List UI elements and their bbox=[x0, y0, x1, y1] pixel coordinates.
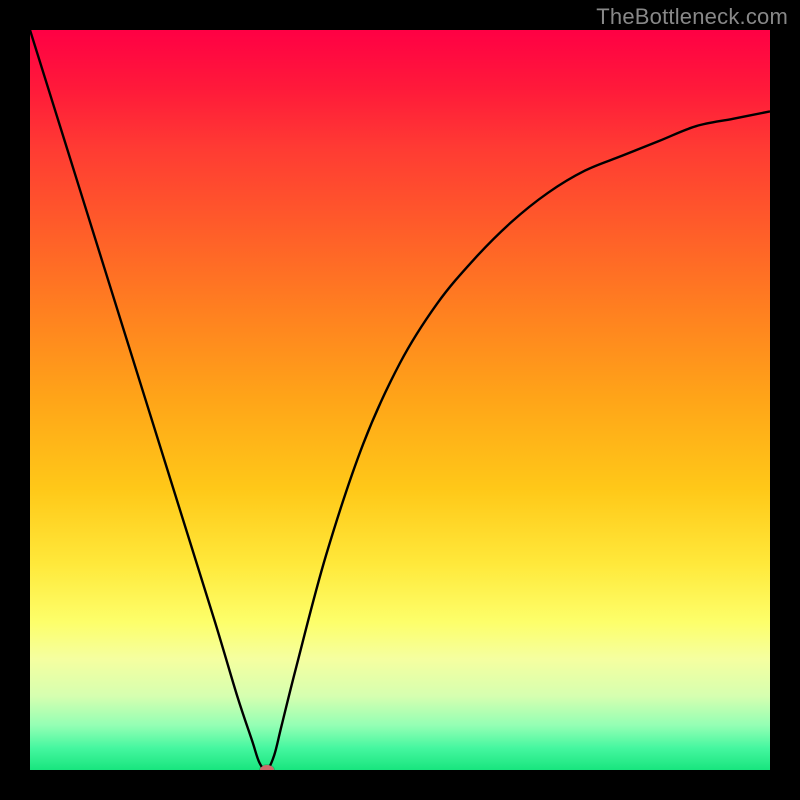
watermark-text: TheBottleneck.com bbox=[596, 4, 788, 30]
minimum-dot-icon bbox=[260, 765, 274, 770]
curve-path bbox=[30, 30, 770, 770]
chart-frame: TheBottleneck.com bbox=[0, 0, 800, 800]
bottleneck-curve bbox=[30, 30, 770, 770]
plot-area bbox=[30, 30, 770, 770]
